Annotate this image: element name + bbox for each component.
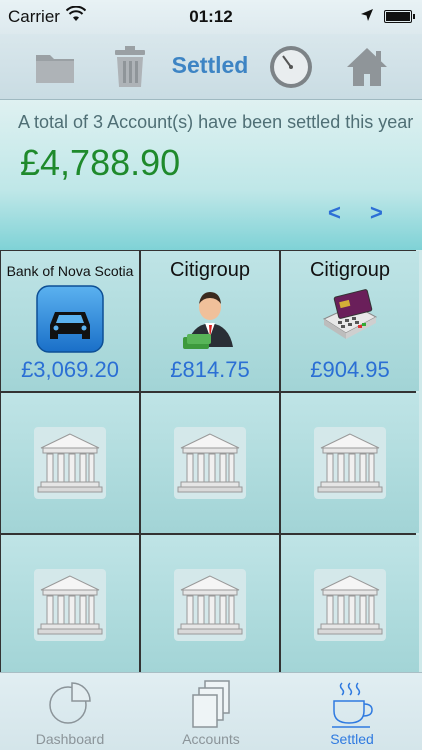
timer-button[interactable] (266, 42, 316, 92)
account-name: Citigroup (169, 259, 251, 281)
bank-icon (34, 427, 106, 499)
account-tile[interactable]: Bank of Nova Scotia £3,069.20 (1, 251, 139, 391)
account-name: Citigroup (309, 259, 391, 281)
tab-settled[interactable]: Settled (282, 673, 422, 750)
battery-icon (384, 10, 415, 23)
empty-tile[interactable] (1, 535, 139, 675)
home-icon (347, 48, 387, 86)
empty-tile[interactable] (281, 393, 419, 533)
bank-icon (314, 427, 386, 499)
folder-icon (36, 55, 74, 83)
summary-panel: A total of 3 Account(s) have been settle… (0, 100, 422, 250)
trash-icon (115, 46, 145, 87)
bank-icon (174, 427, 246, 499)
empty-tile[interactable] (281, 535, 419, 675)
folder-button[interactable] (30, 42, 80, 92)
documents-icon (192, 680, 230, 728)
delete-button[interactable] (108, 42, 152, 92)
bank-icon (34, 569, 106, 641)
tab-accounts[interactable]: Accounts (141, 673, 281, 750)
tab-label: Accounts (182, 731, 240, 747)
bank-icon (174, 569, 246, 641)
status-bar: Carrier 01:12 (0, 0, 422, 34)
tab-label: Dashboard (35, 731, 105, 747)
account-tile[interactable]: Citigroup £814.75 (141, 251, 279, 391)
location-arrow-icon (361, 9, 373, 21)
pie-chart-icon (49, 682, 91, 724)
account-name: Bank of Nova Scotia (6, 263, 134, 279)
car-icon (36, 285, 104, 353)
empty-tile[interactable] (141, 535, 279, 675)
account-amount: £3,069.20 (21, 357, 119, 382)
tab-dashboard[interactable]: Dashboard (0, 673, 140, 750)
coffee-cup-icon (332, 682, 373, 728)
tab-label: Settled (330, 731, 374, 747)
account-amount: £904.95 (310, 357, 390, 382)
settled-total: £4,788.90 (20, 142, 181, 183)
tab-bar: Dashboard Accounts Settled (0, 672, 422, 750)
bank-icon (314, 569, 386, 641)
businessman-icon (183, 292, 233, 349)
previous-year-button[interactable]: < (328, 200, 341, 226)
account-amount: £814.75 (170, 357, 250, 382)
clock-icon (270, 46, 312, 88)
home-button[interactable] (342, 42, 392, 92)
toolbar: Settled (0, 34, 422, 100)
clock-time: 01:12 (189, 7, 233, 26)
empty-tile[interactable] (141, 393, 279, 533)
settled-summary-text: A total of 3 Account(s) have been settle… (18, 112, 414, 132)
account-tile[interactable]: Citigroup £904.95 (281, 251, 419, 391)
page-title: Settled (171, 52, 249, 78)
empty-tile[interactable] (1, 393, 139, 533)
next-year-button[interactable]: > (370, 200, 383, 226)
card-terminal-icon (322, 289, 378, 339)
settled-accounts-grid: Bank of Nova Scotia £3,069.20 Citigroup … (0, 250, 419, 675)
